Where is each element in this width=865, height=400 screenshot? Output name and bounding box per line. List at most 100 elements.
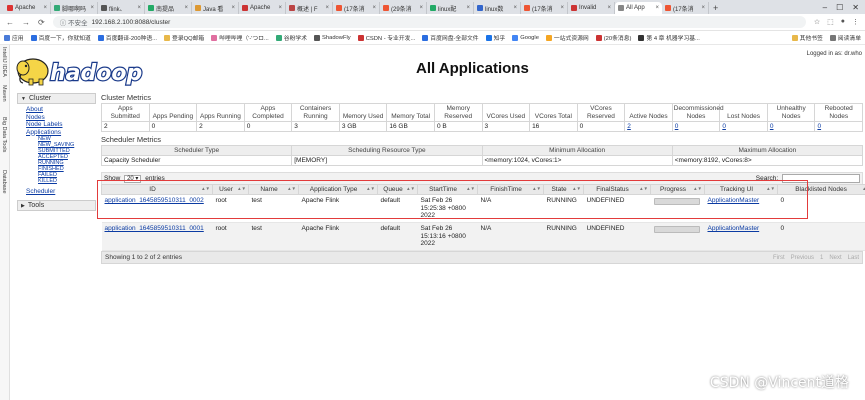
tools-section-header[interactable]: ▶ Tools bbox=[17, 199, 96, 211]
close-tab-icon[interactable]: × bbox=[419, 5, 423, 11]
browser-tab[interactable]: (29条消 × bbox=[380, 2, 427, 14]
reload-button[interactable]: ⟳ bbox=[38, 18, 45, 27]
bookmark-item[interactable]: 知乎 bbox=[485, 33, 505, 42]
close-tab-icon[interactable]: × bbox=[278, 5, 282, 11]
ide-strip-label[interactable]: Maven bbox=[1, 85, 7, 102]
bookmark-item[interactable]: (20条消息) bbox=[595, 33, 631, 42]
sidebar-link-nodes[interactable]: Nodes bbox=[26, 114, 96, 122]
close-tab-icon[interactable]: × bbox=[701, 5, 705, 11]
close-tab-icon[interactable]: × bbox=[560, 5, 564, 11]
application-id-link[interactable]: application_1645859510311_0001 bbox=[105, 225, 204, 232]
browser-tab[interactable]: linux数 × bbox=[474, 2, 521, 14]
bookmark-item[interactable]: CSDN - 专业开发... bbox=[357, 33, 415, 42]
close-window-icon[interactable]: ✕ bbox=[852, 3, 859, 12]
close-tab-icon[interactable]: × bbox=[655, 5, 659, 11]
tracking-ui-link[interactable]: ApplicationMaster bbox=[708, 197, 760, 204]
browser-tab[interactable]: 脚哪啊吗 × bbox=[51, 2, 98, 14]
column-header-user[interactable]: User ▲▼ bbox=[212, 184, 249, 195]
column-header-tracking-ui[interactable]: Tracking UI ▲▼ bbox=[704, 184, 778, 195]
bookmark-item[interactable]: 第 4 章 机器学习基... bbox=[638, 33, 700, 42]
column-header-finalstatus[interactable]: FinalStatus ▲▼ bbox=[583, 184, 651, 195]
maximize-icon[interactable]: ☐ bbox=[836, 3, 843, 12]
pager-1[interactable]: 1 bbox=[820, 255, 823, 261]
column-header-queue[interactable]: Queue ▲▼ bbox=[377, 184, 418, 195]
bookmark-item[interactable]: 一站式资源网 bbox=[545, 33, 589, 42]
close-tab-icon[interactable]: × bbox=[231, 5, 235, 11]
profile-icon[interactable]: ● bbox=[841, 18, 845, 26]
bookmark-item[interactable]: 登录QQ邮箱 bbox=[164, 33, 204, 42]
close-tab-icon[interactable]: × bbox=[137, 5, 141, 11]
browser-tab[interactable]: 南提品 × bbox=[145, 2, 192, 14]
sidebar-link-node-labels[interactable]: Node Labels bbox=[26, 121, 96, 129]
pager-last[interactable]: Last bbox=[848, 255, 859, 261]
menu-icon[interactable]: ⋮ bbox=[852, 18, 859, 26]
star-icon[interactable]: ☆ bbox=[814, 18, 820, 26]
extensions-icon[interactable]: ⬚ bbox=[827, 18, 834, 26]
close-tab-icon[interactable]: × bbox=[325, 5, 329, 11]
sidebar-link-scheduler[interactable]: Scheduler bbox=[26, 188, 96, 196]
pager-next[interactable]: Next bbox=[829, 255, 841, 261]
browser-tab[interactable]: (17条消 × bbox=[662, 2, 709, 14]
new-tab-button[interactable]: + bbox=[709, 2, 722, 14]
bookmark-item[interactable]: 应用 bbox=[4, 33, 24, 42]
browser-tab[interactable]: 概述 | F × bbox=[286, 2, 333, 14]
ide-strip-label[interactable]: IntelliJ IDEA bbox=[1, 47, 7, 77]
metric-link[interactable]: 0 bbox=[817, 123, 821, 130]
sidebar-link-about[interactable]: About bbox=[26, 106, 96, 114]
not-secure-indicator[interactable]: ⓘ 不安全 bbox=[60, 17, 88, 27]
column-header-finishtime[interactable]: FinishTime ▲▼ bbox=[477, 184, 544, 195]
close-tab-icon[interactable]: × bbox=[607, 5, 611, 11]
column-header-progress[interactable]: Progress ▲▼ bbox=[650, 184, 705, 195]
column-header-application-type[interactable]: Application Type ▲▼ bbox=[298, 184, 378, 195]
close-tab-icon[interactable]: × bbox=[184, 5, 188, 11]
bookmark-item[interactable]: ShadowFly bbox=[314, 33, 351, 42]
close-tab-icon[interactable]: × bbox=[466, 5, 470, 11]
browser-tab[interactable]: linux配 × bbox=[427, 2, 474, 14]
metric-link[interactable]: 0 bbox=[770, 123, 774, 130]
cluster-section-header[interactable]: ▼ Cluster bbox=[17, 93, 96, 104]
browser-tab[interactable]: flink、 × bbox=[98, 2, 145, 14]
bookmark-other[interactable]: 其他书签 bbox=[791, 33, 823, 42]
bookmark-item[interactable]: 百度一下，你就知道 bbox=[30, 33, 91, 42]
browser-tab[interactable]: (17条消 × bbox=[521, 2, 568, 14]
column-header-state[interactable]: State ▲▼ bbox=[543, 184, 584, 195]
column-header-id[interactable]: ID ▲▼ bbox=[101, 184, 213, 195]
pager-previous[interactable]: Previous bbox=[791, 255, 814, 261]
minimize-icon[interactable]: – bbox=[823, 3, 827, 12]
browser-tab[interactable]: Apache × bbox=[4, 2, 51, 14]
search-input[interactable] bbox=[782, 174, 860, 183]
metric-link[interactable]: 2 bbox=[627, 123, 631, 130]
close-tab-icon[interactable]: × bbox=[513, 5, 517, 11]
column-header-starttime[interactable]: StartTime ▲▼ bbox=[417, 184, 478, 195]
close-tab-icon[interactable]: × bbox=[372, 5, 376, 11]
bookmark-item[interactable]: 百度网盘-全部文件 bbox=[422, 33, 479, 42]
entries-select[interactable]: 20 ▾ bbox=[124, 174, 142, 183]
ide-strip-label[interactable]: Database bbox=[1, 170, 7, 194]
sidebar-link-applications[interactable]: Applications bbox=[26, 129, 96, 137]
sidebar-link-state-killed[interactable]: KILLED bbox=[38, 178, 96, 184]
browser-tab[interactable]: Apache × bbox=[239, 2, 286, 14]
bookmark-item[interactable]: Google bbox=[512, 33, 539, 42]
bookmark-reading-list[interactable]: 阅读清单 bbox=[829, 33, 861, 42]
metric-link[interactable]: 0 bbox=[722, 123, 726, 130]
pager-first[interactable]: First bbox=[773, 255, 785, 261]
application-id-link[interactable]: application_1645859510311_0002 bbox=[105, 197, 204, 204]
tracking-ui-link[interactable]: ApplicationMaster bbox=[708, 225, 760, 232]
ide-strip-label[interactable]: Big Data Tools bbox=[1, 117, 7, 152]
bookmark-item[interactable]: 谷粉学术 bbox=[275, 33, 307, 42]
url-field[interactable]: ⓘ 不安全 192.168.2.100:8088/cluster bbox=[52, 16, 806, 28]
browser-tab[interactable]: Java 看 × bbox=[192, 2, 239, 14]
close-tab-icon[interactable]: × bbox=[43, 5, 47, 11]
bookmark-item[interactable]: 哔哩哔哩（'-'つロ... bbox=[211, 33, 269, 42]
metric-link[interactable]: 0 bbox=[675, 123, 679, 130]
browser-tab[interactable]: (17条消 × bbox=[333, 2, 380, 14]
browser-tab[interactable]: All App × bbox=[615, 2, 662, 14]
column-header-blacklisted-nodes[interactable]: Blacklisted Nodes▲▼ bbox=[777, 184, 865, 195]
hadoop-logo[interactable]: hadoop bbox=[14, 52, 154, 88]
column-header-name[interactable]: Name ▲▼ bbox=[248, 184, 299, 195]
bookmark-item[interactable]: 百度翻译-200种语... bbox=[97, 33, 157, 42]
browser-tab[interactable]: Invalid × bbox=[568, 2, 615, 14]
close-tab-icon[interactable]: × bbox=[90, 5, 94, 11]
forward-button[interactable]: → bbox=[22, 18, 30, 27]
back-button[interactable]: ← bbox=[6, 18, 14, 27]
